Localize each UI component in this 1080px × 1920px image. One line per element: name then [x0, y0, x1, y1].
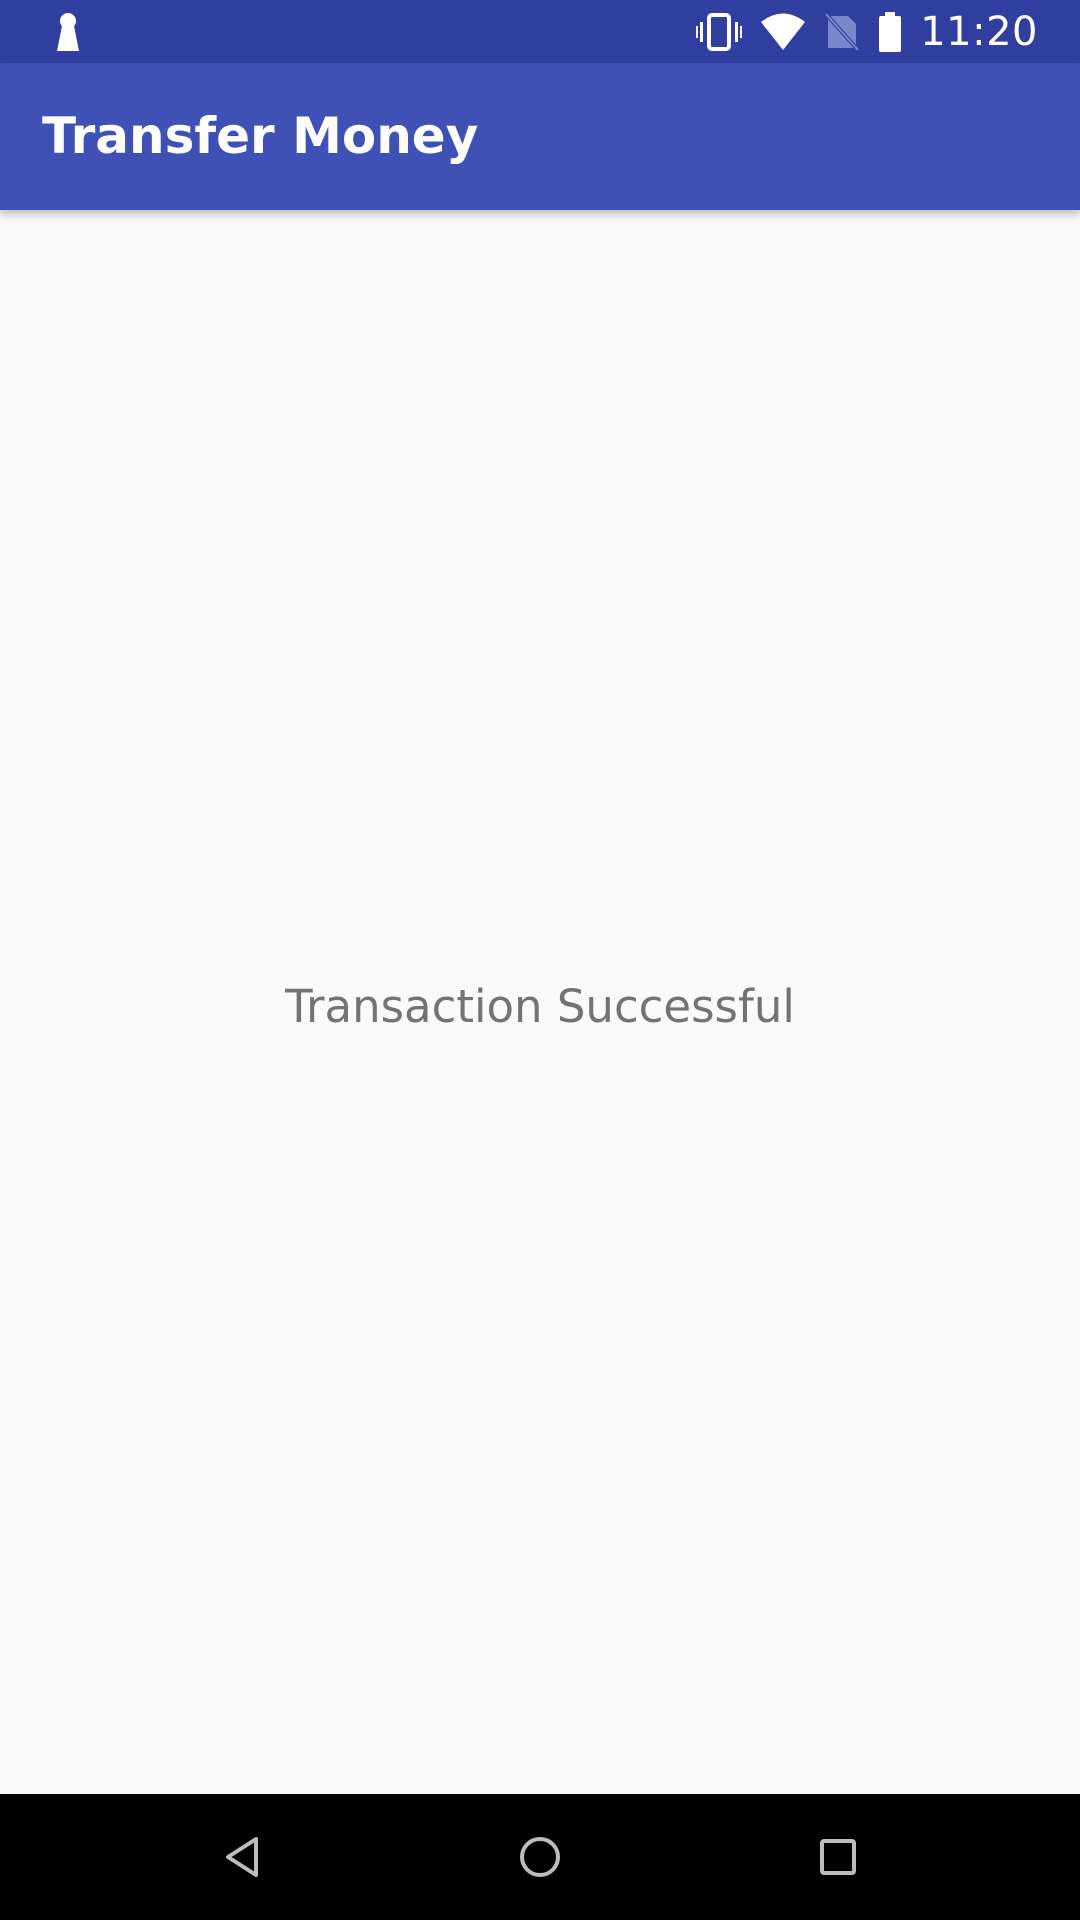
recents-button[interactable]: [808, 1827, 868, 1887]
status-icons: 11:20: [696, 10, 1038, 54]
navigation-bar: [0, 1794, 1080, 1920]
recents-icon: [820, 1839, 856, 1875]
page-title: Transfer Money: [42, 107, 479, 165]
app-bar: Transfer Money: [0, 63, 1080, 210]
vibrate-icon: [696, 12, 743, 52]
wifi-icon: [760, 13, 806, 51]
main-content: Transaction Successful: [0, 210, 1080, 1794]
home-icon: [520, 1837, 560, 1877]
status-bar: 11:20: [0, 0, 1080, 63]
keyhole-icon: [54, 12, 82, 52]
back-button[interactable]: [212, 1827, 272, 1887]
back-icon: [226, 1837, 258, 1877]
transaction-status-text: Transaction Successful: [285, 980, 795, 1033]
home-button[interactable]: [510, 1827, 570, 1887]
battery-icon: [878, 12, 902, 52]
no-sim-icon: [824, 12, 860, 52]
clock: 11:20: [920, 9, 1038, 55]
